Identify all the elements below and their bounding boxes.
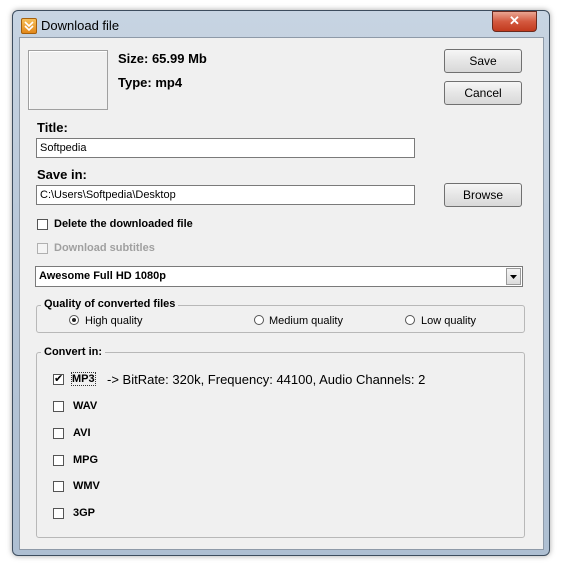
radio-selected-dot — [72, 318, 76, 322]
format-checkbox-wav[interactable] — [53, 401, 64, 412]
save-button[interactable]: Save — [444, 49, 522, 73]
chevron-down-icon — [510, 275, 517, 279]
format-label-avi: AVI — [73, 427, 91, 439]
file-type: Type: mp4 — [118, 75, 183, 90]
download-subtitles-checkbox[interactable] — [37, 243, 48, 254]
cancel-button[interactable]: Cancel — [444, 81, 522, 105]
radio-low-quality[interactable] — [405, 315, 415, 325]
format-label-wmv: WMV — [73, 480, 100, 492]
checkmark-icon: ✔ — [54, 373, 64, 385]
radio-medium-quality[interactable] — [254, 315, 264, 325]
delete-downloaded-label: Delete the downloaded file — [54, 218, 193, 230]
delete-downloaded-checkbox[interactable] — [37, 219, 48, 230]
format-label-3gp: 3GP — [73, 507, 96, 519]
title-label: Title: — [37, 120, 68, 135]
format-checkbox-mpg[interactable] — [53, 455, 64, 466]
video-thumbnail — [28, 50, 108, 110]
low-quality-label: Low quality — [421, 315, 477, 327]
medium-quality-label: Medium quality — [269, 315, 343, 327]
preset-dropdown[interactable]: Awesome Full HD 1080p — [35, 266, 523, 287]
mp3-settings-detail: -> BitRate: 320k, Frequency: 44100, Audi… — [107, 372, 426, 387]
format-label-wav: WAV — [73, 400, 98, 412]
format-checkbox-avi[interactable] — [53, 428, 64, 439]
format-checkbox-wmv[interactable] — [53, 481, 64, 492]
save-path-input[interactable]: C:\Users\Softpedia\Desktop — [36, 185, 415, 205]
file-size: Size: 65.99 Mb — [118, 51, 207, 66]
close-button[interactable]: ✕ — [492, 11, 537, 32]
quality-group-title: Quality of converted files — [41, 298, 179, 310]
format-label-mpg: MPG — [73, 454, 99, 466]
browse-button[interactable]: Browse — [444, 183, 522, 207]
title-input[interactable]: Softpedia — [36, 138, 415, 158]
high-quality-label: High quality — [85, 315, 143, 327]
radio-high-quality[interactable] — [69, 315, 79, 325]
format-checkbox-3gp[interactable] — [53, 508, 64, 519]
app-download-icon — [21, 18, 37, 34]
format-label-mp3: MP3 — [71, 372, 96, 386]
convert-group-title: Convert in: — [41, 346, 106, 358]
preset-selected: Awesome Full HD 1080p — [39, 270, 166, 282]
download-subtitles-label: Download subtitles — [54, 242, 155, 254]
save-in-label: Save in: — [37, 167, 87, 182]
window-title: Download file — [41, 18, 120, 33]
format-checkbox-mp3[interactable]: ✔ — [53, 373, 64, 385]
dropdown-arrow-button[interactable] — [506, 268, 521, 285]
